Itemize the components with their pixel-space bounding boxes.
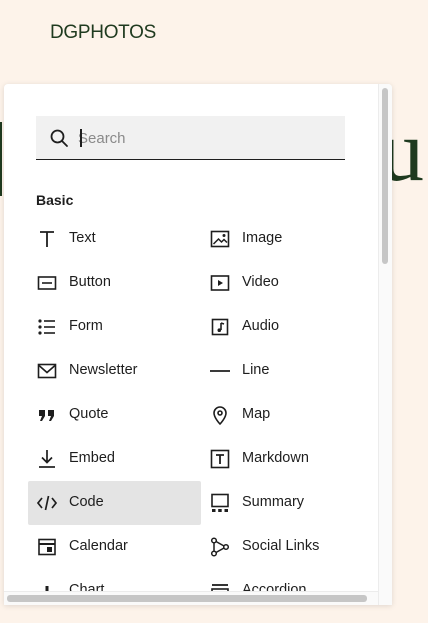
social-links-icon <box>210 537 230 557</box>
block-item-label: Video <box>242 274 279 290</box>
image-icon <box>210 230 230 248</box>
embed-icon <box>39 450 55 468</box>
block-item-code[interactable]: Code <box>28 481 201 525</box>
background-heading-fragment <box>0 122 2 196</box>
block-picker-panel: Basic Text Image Button Video Form Audio Newsl… <box>4 84 392 605</box>
block-item-label: Line <box>242 362 270 378</box>
search-icon <box>50 129 68 147</box>
block-item-label: Code <box>69 494 104 510</box>
block-item-embed[interactable]: Embed <box>28 437 201 481</box>
audio-icon <box>211 318 229 336</box>
block-item-video[interactable]: Video <box>201 261 374 305</box>
section-title-basic: Basic <box>36 192 74 208</box>
block-item-button[interactable]: Button <box>28 261 201 305</box>
block-item-label: Calendar <box>69 538 128 554</box>
horizontal-scrollbar-thumb[interactable] <box>7 595 367 602</box>
code-icon <box>36 495 58 511</box>
block-item-map[interactable]: Map <box>201 393 374 437</box>
search-input[interactable] <box>78 116 338 160</box>
map-pin-icon <box>213 406 227 426</box>
summary-icon <box>211 493 229 512</box>
block-item-label: Newsletter <box>69 362 138 378</box>
block-item-label: Image <box>242 230 283 246</box>
block-item-label: Button <box>69 274 111 290</box>
block-item-image[interactable]: Image <box>201 217 374 261</box>
block-item-newsletter[interactable]: Newsletter <box>28 349 201 393</box>
block-item-label: Audio <box>242 318 280 334</box>
block-item-markdown[interactable]: Markdown <box>201 437 374 481</box>
markdown-icon <box>210 449 230 469</box>
block-item-audio[interactable]: Audio <box>201 305 374 349</box>
calendar-icon <box>38 538 56 556</box>
block-item-form[interactable]: Form <box>28 305 201 349</box>
search-box <box>36 116 345 160</box>
vertical-scrollbar-thumb[interactable] <box>382 88 388 264</box>
block-item-summary[interactable]: Summary <box>201 481 374 525</box>
envelope-icon <box>37 363 57 379</box>
block-item-label: Map <box>242 406 271 422</box>
site-brand[interactable]: DGPHOTOS <box>50 22 156 44</box>
block-item-calendar[interactable]: Calendar <box>28 525 201 569</box>
quote-icon <box>39 410 54 421</box>
block-item-line[interactable]: Line <box>201 349 374 393</box>
button-icon <box>37 276 57 290</box>
block-item-text[interactable]: Text <box>28 217 201 261</box>
form-icon <box>38 319 55 335</box>
block-item-social-links[interactable]: Social Links <box>201 525 374 569</box>
block-item-label: Summary <box>242 494 305 510</box>
block-item-label: Social Links <box>242 538 320 554</box>
block-item-label: Form <box>69 318 103 334</box>
block-item-label: Quote <box>69 406 109 422</box>
block-item-label: Text <box>69 230 96 246</box>
line-icon <box>210 370 230 372</box>
video-icon <box>210 275 230 291</box>
block-item-label: Markdown <box>242 450 309 466</box>
text-caret <box>80 129 82 147</box>
text-icon <box>40 231 54 247</box>
block-item-quote[interactable]: Quote <box>28 393 201 437</box>
block-item-label: Embed <box>69 450 115 466</box>
